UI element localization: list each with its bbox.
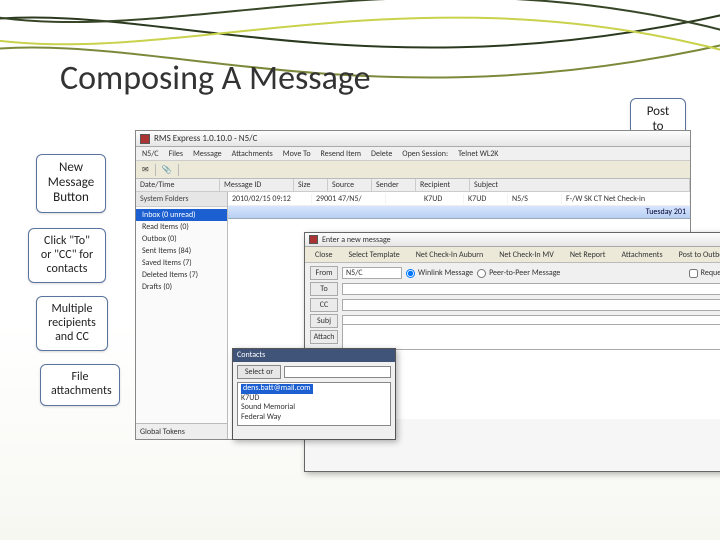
select-template-btn[interactable]: Select Template xyxy=(343,248,404,262)
cc-field[interactable] xyxy=(342,299,720,311)
col-header[interactable]: Subject xyxy=(470,179,690,191)
message-list: 2010/02/15 09:12 29001 47/N5/ K7UD K7UD … xyxy=(228,192,690,439)
sidebar-header: System Folders xyxy=(136,192,227,207)
menu-item[interactable]: Resend Item xyxy=(321,149,362,159)
menu-item[interactable]: Delete xyxy=(371,149,392,159)
global-tokens[interactable]: Global Tokens xyxy=(136,423,227,439)
attachments-btn[interactable]: Attachments xyxy=(616,248,667,262)
table-row[interactable]: 2010/02/15 09:12 29001 47/N5/ K7UD K7UD … xyxy=(228,192,690,206)
cc-button[interactable]: CC xyxy=(310,298,338,312)
menu-item[interactable]: Message xyxy=(193,149,222,159)
column-headers: Date/Time Message ID Size Source Sender … xyxy=(136,179,690,192)
col-header[interactable]: Source xyxy=(328,179,372,191)
folder-sidebar: System Folders Inbox (0 unread) Read Ite… xyxy=(136,192,228,439)
toolbar-icon[interactable]: 📎 xyxy=(162,165,172,175)
slide-title: Composing A Message xyxy=(60,58,371,99)
app-icon xyxy=(140,134,150,144)
from-label: From xyxy=(310,266,338,280)
status-strip: Tuesday 201 xyxy=(228,206,690,219)
callout-attachments: Fileattachments xyxy=(40,364,120,406)
menu-item[interactable]: N5/C xyxy=(142,149,159,159)
select-or-label: Select or xyxy=(237,365,281,379)
to-button[interactable]: To xyxy=(310,282,338,296)
col-header[interactable]: Sender xyxy=(372,179,416,191)
callout-new-message: NewMessageButton xyxy=(36,154,106,213)
compose-title: Enter a new message xyxy=(322,235,391,245)
window-titlebar: RMS Express 1.0.10.0 - N5/C xyxy=(136,131,690,147)
folder-item[interactable]: Saved Items (7) xyxy=(136,257,227,269)
post-to-outbox-btn[interactable]: Post to Outbox xyxy=(674,248,720,262)
read-receipt-check[interactable]: Request read receipt xyxy=(689,268,720,278)
new-message-icon[interactable]: ✉ xyxy=(142,165,149,175)
menubar[interactable]: N5/C Files Message Attachments Move To R… xyxy=(136,147,690,161)
menu-item[interactable]: Files xyxy=(169,149,183,159)
app-icon xyxy=(309,235,318,244)
folder-item[interactable]: Drafts (0) xyxy=(136,281,227,293)
from-field[interactable]: N5/C xyxy=(342,267,402,279)
callout-to-cc: Click "To"or "CC" forcontacts xyxy=(28,228,106,283)
window-title: RMS Express 1.0.10.0 - N5/C xyxy=(154,133,257,144)
compose-toolbar: Close Select Template Net Check-In Aubur… xyxy=(305,247,720,263)
folder-item[interactable]: Read Items (0) xyxy=(136,221,227,233)
p2p-radio[interactable]: Peer-to-Peer Message xyxy=(477,268,560,278)
toolbar: ✉ 📎 xyxy=(136,161,690,179)
contacts-list[interactable]: dens.batt@mail.com K7UD Sound Memorial F… xyxy=(237,382,391,426)
subject-label: Subj xyxy=(310,314,338,328)
winlink-radio[interactable]: Winlink Message xyxy=(406,268,473,278)
folder-item[interactable]: Deleted Items (7) xyxy=(136,269,227,281)
net-checkin-auburn[interactable]: Net Check-In Auburn xyxy=(411,248,488,262)
col-header[interactable]: Recipient xyxy=(416,179,470,191)
attach-label: Attach xyxy=(310,330,338,344)
col-header[interactable]: Size xyxy=(294,179,328,191)
folder-item[interactable]: Inbox (0 unread) xyxy=(136,209,227,221)
close-button[interactable]: Close xyxy=(310,248,337,262)
callout-multiple: Multiplerecipientsand CC xyxy=(36,296,108,351)
compose-titlebar: Enter a new message xyxy=(305,233,720,247)
to-field[interactable] xyxy=(342,283,720,295)
contacts-window: Contacts Select or dens.batt@mail.com K7… xyxy=(232,348,396,440)
attach-field[interactable] xyxy=(342,324,720,350)
folder-item[interactable]: Outbox (0) xyxy=(136,233,227,245)
contacts-title: Contacts xyxy=(233,349,395,362)
menu-item[interactable]: Move To xyxy=(283,149,311,159)
contact-search[interactable] xyxy=(284,366,391,378)
net-report-btn[interactable]: Net Report xyxy=(565,248,611,262)
col-header[interactable]: Date/Time xyxy=(136,179,220,191)
menu-item[interactable]: Open Session: xyxy=(402,149,448,159)
session-select[interactable]: Telnet WL2K xyxy=(458,149,498,159)
net-checkin-mv[interactable]: Net Check-In MV xyxy=(494,248,559,262)
list-item[interactable]: Federal Way xyxy=(241,413,387,423)
folder-item[interactable]: Sent Items (84) xyxy=(136,245,227,257)
menu-item[interactable]: Attachments xyxy=(232,149,273,159)
rms-express-window: RMS Express 1.0.10.0 - N5/C N5/C Files M… xyxy=(135,130,691,440)
col-header[interactable]: Message ID xyxy=(220,179,294,191)
